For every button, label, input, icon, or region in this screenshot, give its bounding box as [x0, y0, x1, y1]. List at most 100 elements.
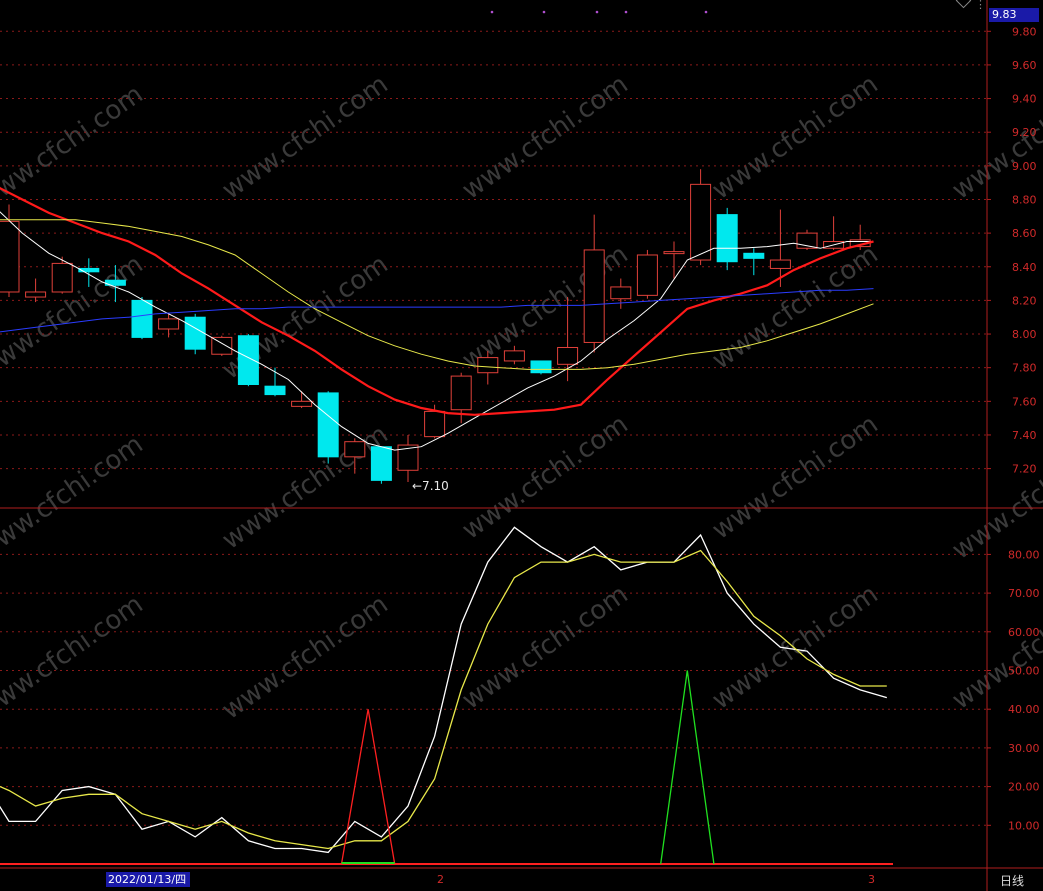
- moving-average-lines: [0, 186, 874, 451]
- candle-body: [769, 259, 791, 269]
- watermark-text: www.cfchi.com: [217, 419, 394, 555]
- watermark-text: www.cfchi.com: [707, 69, 884, 205]
- stock-chart[interactable]: www.cfchi.com www.cfchi.com www.cfchi.com w…: [0, 0, 1043, 891]
- watermark-text: www.cfchi.com: [947, 429, 1043, 565]
- event-marker: [490, 10, 494, 14]
- candle-body: [424, 410, 446, 438]
- event-marker: [542, 10, 546, 14]
- top-markers: [490, 10, 708, 14]
- candle-up: [51, 256, 73, 294]
- indicator-tick-label: 70.00: [1008, 587, 1040, 600]
- candle-body: [450, 375, 472, 411]
- candle-body: [663, 251, 685, 255]
- candle-body: [610, 286, 632, 300]
- candle-body: [557, 346, 579, 365]
- candle-body: [743, 252, 765, 259]
- candle-down: [317, 391, 339, 464]
- watermark-text: www.cfchi.com: [0, 429, 149, 565]
- event-marker: [624, 10, 628, 14]
- candle-body: [0, 220, 20, 293]
- price-tick-label: 8.80: [1012, 193, 1037, 206]
- event-marker: [704, 10, 708, 14]
- candle-up: [291, 391, 313, 409]
- candle-down: [237, 334, 259, 387]
- candle-down: [530, 360, 552, 375]
- watermark-text: www.cfchi.com: [217, 69, 394, 205]
- candle-up: [610, 278, 632, 309]
- price-tick-label: 7.20: [1012, 463, 1037, 476]
- ma-line-ma10: [0, 186, 874, 416]
- price-tick-label: 7.60: [1012, 395, 1037, 408]
- watermark-text: www.cfchi.com: [0, 589, 149, 725]
- watermark-text: www.cfchi.com: [457, 409, 634, 545]
- candle-body: [237, 335, 259, 385]
- candle-body: [344, 441, 366, 458]
- candle-body: [503, 350, 525, 362]
- indicator-tick-label: 10.00: [1008, 819, 1040, 832]
- price-tick-label: 9.60: [1012, 59, 1037, 72]
- candle-body: [477, 357, 499, 374]
- candle-up: [450, 372, 472, 424]
- price-axis: 9.80 9.60 9.40 9.20 9.00 8.80 8.60 8.40 8.20 8.00…: [987, 25, 1037, 476]
- price-tick-label: 7.80: [1012, 362, 1037, 375]
- indicator-tick-label: 80.00: [1008, 548, 1040, 561]
- candle-body: [530, 360, 552, 374]
- candle-body: [25, 291, 47, 298]
- candle-down: [184, 313, 206, 355]
- price-tick-label: 8.20: [1012, 294, 1037, 307]
- candle-body: [184, 316, 206, 350]
- candle-body: [716, 214, 738, 263]
- candle-down: [716, 207, 738, 271]
- price-tick-label: 9.20: [1012, 126, 1037, 139]
- candle-body: [131, 299, 153, 338]
- candle-body: [51, 262, 73, 293]
- month-mark: 3: [868, 873, 875, 886]
- candle-up: [25, 278, 47, 303]
- indicator-tick-label: 40.00: [1008, 703, 1040, 716]
- candle-up: [663, 241, 685, 279]
- candle-up: [769, 209, 791, 287]
- month-mark: 2: [437, 873, 444, 886]
- indicator-tick-label: 50.00: [1008, 665, 1040, 678]
- price-tick-label: 8.40: [1012, 261, 1037, 274]
- chart-frame: [0, 0, 1043, 891]
- candle-body: [690, 183, 712, 261]
- price-tick-label: 7.40: [1012, 429, 1037, 442]
- watermark-text: www.cfchi.com: [0, 79, 149, 215]
- price-tick-label: 9.00: [1012, 160, 1037, 173]
- watermark-text: www.cfchi.com: [707, 409, 884, 545]
- candle-up: [0, 204, 20, 298]
- current-price-box: 9.83: [989, 8, 1039, 22]
- candle-body: [317, 392, 339, 458]
- kdj-line-sell-signal: [660, 670, 715, 865]
- candle-up: [636, 249, 658, 299]
- candle-down: [370, 446, 392, 484]
- candle-down: [743, 248, 765, 276]
- candle-body: [291, 400, 313, 407]
- price-tick-label: 8.00: [1012, 328, 1037, 341]
- kdj-lines: [0, 526, 887, 865]
- watermark-text: www.cfchi.com: [457, 69, 634, 205]
- candle-body: [264, 385, 286, 396]
- price-tick-label: 9.40: [1012, 93, 1037, 106]
- menu-icon[interactable]: ⋮: [975, 0, 986, 11]
- candle-body: [158, 318, 180, 330]
- indicator-tick-label: 20.00: [1008, 781, 1040, 794]
- indicator-tick-label: 30.00: [1008, 742, 1040, 755]
- low-price-annotation: ←7.10: [412, 479, 449, 493]
- indicator-tick-label: 60.00: [1008, 626, 1040, 639]
- candle-body: [636, 254, 658, 296]
- candle-body: [583, 249, 605, 343]
- price-tick-label: 9.80: [1012, 25, 1037, 38]
- watermark-text: www.cfchi.com: [217, 589, 394, 725]
- date-cursor-label: 2022/01/13/四: [106, 872, 190, 887]
- candle-up: [397, 434, 419, 483]
- event-marker: [595, 10, 599, 14]
- period-button[interactable]: 日线: [1000, 872, 1024, 889]
- candle-body: [211, 336, 233, 355]
- price-tick-label: 8.60: [1012, 227, 1037, 240]
- watermark-text: www.cfchi.com: [457, 579, 634, 715]
- candle-body: [370, 446, 392, 481]
- candle-up: [583, 214, 605, 353]
- watermark-layer: www.cfchi.com www.cfchi.com www.cfchi.com w…: [0, 69, 1043, 725]
